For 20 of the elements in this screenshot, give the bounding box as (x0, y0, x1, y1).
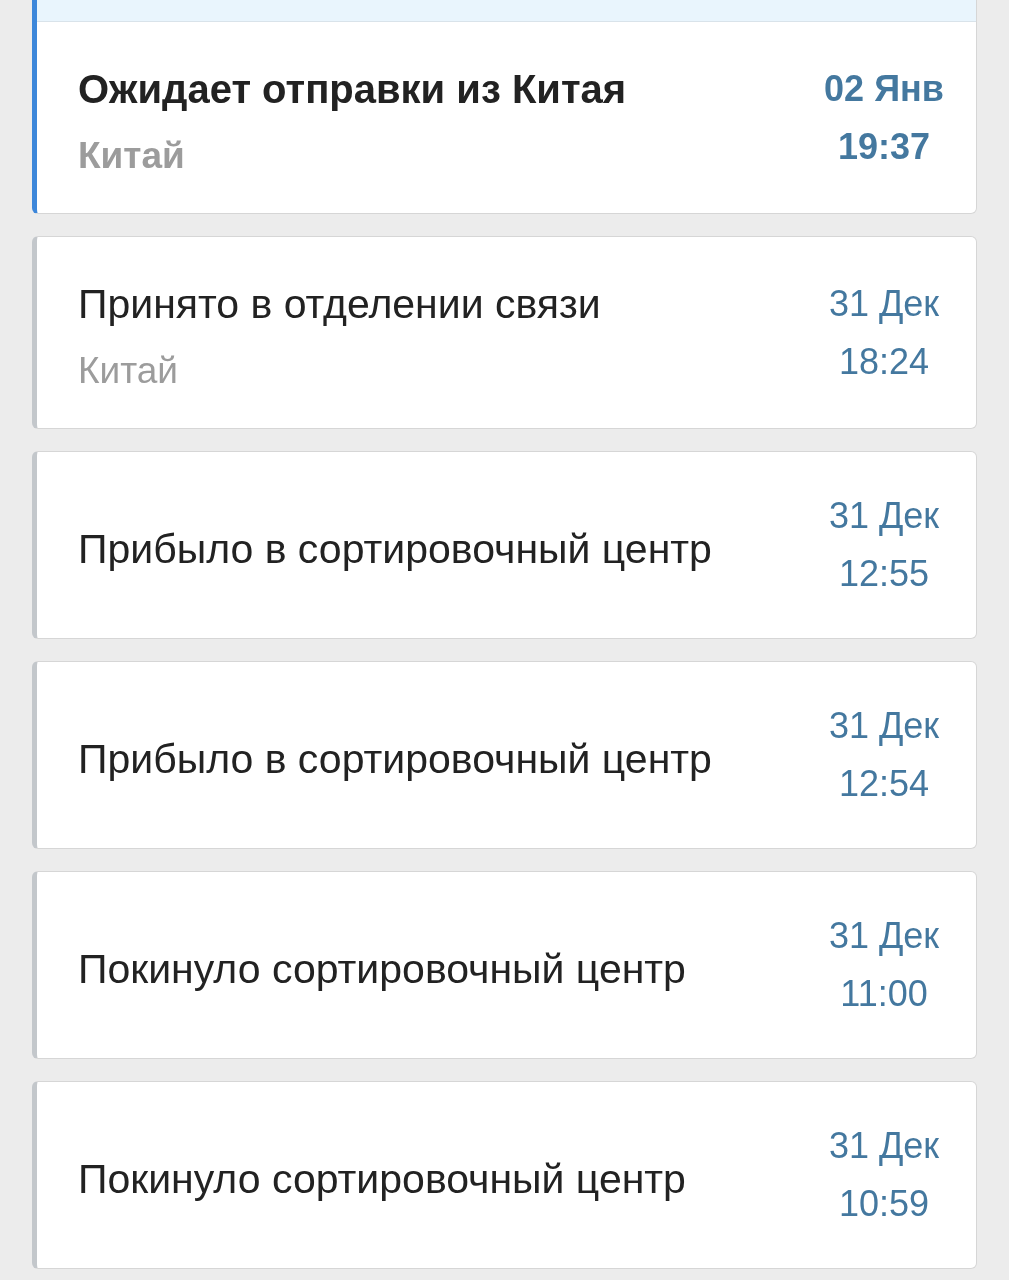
event-title: Покинуло сортировочный центр (78, 1155, 687, 1203)
event-title: Прибыло в сортировочный центр (78, 735, 713, 783)
event-date: 31 Дек (828, 704, 940, 748)
event-time: 10:59 (838, 1182, 930, 1226)
event-title: Покинуло сортировочный центр (78, 945, 687, 993)
event-title: Прибыло в сортировочный центр (78, 525, 713, 573)
event-title: Принято в отделении связи (78, 280, 602, 328)
event-time: 12:55 (838, 552, 930, 596)
event-location: Китай (78, 349, 179, 393)
event-date: 02 Янв (824, 66, 944, 111)
event-time: 18:24 (838, 339, 930, 384)
event-title: Ожидает отправки из Китая (78, 66, 628, 113)
event-date: 31 Дек (828, 914, 940, 958)
event-location: Китай (78, 134, 186, 178)
event-date: 31 Дек (828, 494, 940, 538)
event-date: 31 Дек (828, 1124, 940, 1168)
event-time: 12:54 (838, 762, 930, 806)
event-time: 19:37 (837, 124, 931, 169)
event-date: 31 Дек (828, 281, 940, 326)
event-time: 11:00 (840, 972, 928, 1016)
